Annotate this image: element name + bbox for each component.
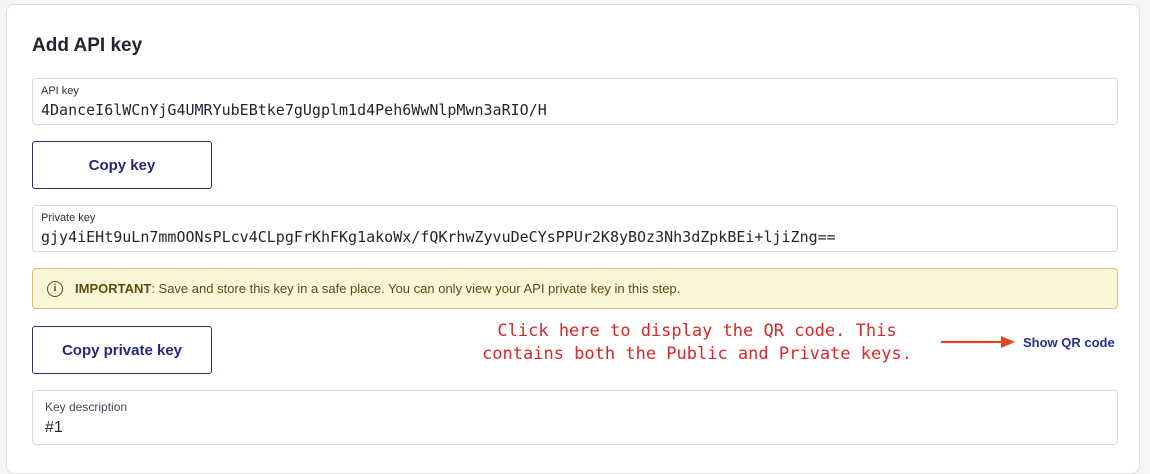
annotation-line-1: Click here to display the QR code. This [497, 321, 897, 341]
key-description-label: Key description [45, 400, 128, 414]
page-title: Add API key [32, 35, 143, 56]
important-notice: i IMPORTANT : Save and store this key in… [32, 268, 1118, 309]
private-key-input[interactable] [41, 228, 1101, 246]
private-key-label: Private key [41, 212, 96, 224]
show-qr-code-link[interactable]: Show QR code [1023, 335, 1115, 350]
copy-private-key-button[interactable]: Copy private key [32, 326, 212, 374]
api-key-label: API key [41, 85, 79, 97]
info-circle-icon: i [47, 280, 63, 297]
copy-key-button[interactable]: Copy key [32, 141, 212, 189]
private-key-field: Private key [32, 205, 1118, 252]
notice-text: : Save and store this key in a safe plac… [151, 281, 681, 296]
add-api-key-card: Add API key API key Copy key Private key… [6, 4, 1140, 474]
api-key-input[interactable] [41, 101, 1101, 119]
notice-strong-text: IMPORTANT [75, 281, 152, 296]
qr-annotation: Click here to display the QR code. This … [437, 320, 957, 366]
api-key-field: API key [32, 78, 1118, 125]
key-description-field: Key description [32, 390, 1118, 445]
annotation-line-2: contains both the Public and Private key… [482, 344, 912, 364]
key-description-input[interactable] [45, 419, 1105, 437]
arrow-right-icon [941, 336, 1015, 348]
